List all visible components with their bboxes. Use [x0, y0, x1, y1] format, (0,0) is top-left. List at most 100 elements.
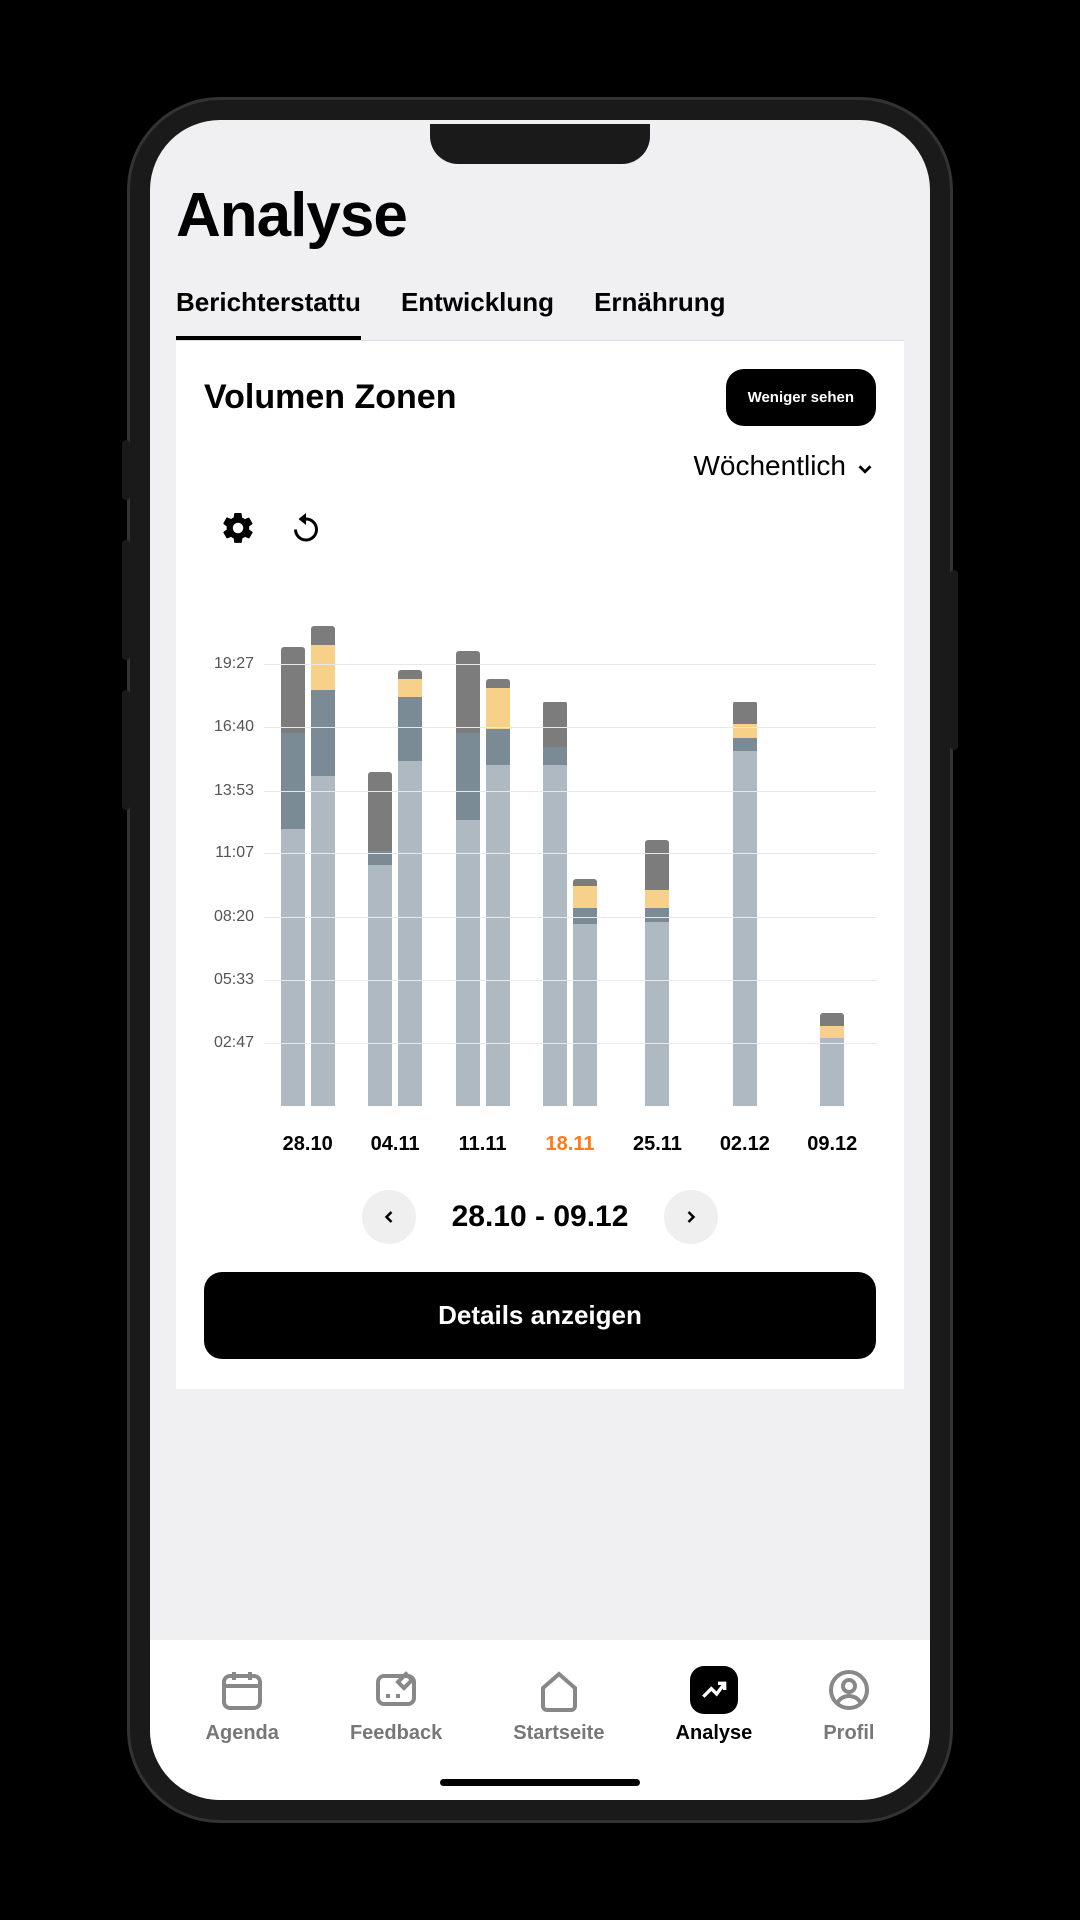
bar-segment-top	[398, 670, 422, 679]
bar-segment-base	[645, 922, 669, 1106]
bar-segment-base	[573, 924, 597, 1106]
prev-range-button[interactable]	[362, 1190, 416, 1244]
y-tick-label: 16:40	[214, 718, 254, 736]
bar-segment-base	[456, 820, 480, 1106]
bar-segment-mid	[398, 697, 422, 761]
bar-segment-top	[820, 1013, 844, 1027]
tab-berichterstattu[interactable]: Berichterstattu	[176, 287, 361, 340]
bar-segment-base	[368, 865, 392, 1106]
bar-segment-base	[733, 751, 757, 1106]
x-tick-label: 28.10	[283, 1133, 333, 1156]
bar-planned[interactable]	[281, 647, 305, 1106]
home-indicator	[440, 1779, 640, 1786]
y-tick-label: 02:47	[214, 1034, 254, 1052]
nav-item-startseite[interactable]: Startseite	[513, 1666, 604, 1745]
bar-segment-accent	[645, 890, 669, 908]
nav-label: Profil	[823, 1722, 874, 1745]
reset-icon[interactable]	[288, 510, 324, 546]
nav-label: Startseite	[513, 1722, 604, 1745]
agenda-icon	[218, 1666, 266, 1714]
bar-planned[interactable]	[543, 701, 567, 1106]
bar-segment-top	[733, 702, 757, 725]
nav-item-agenda[interactable]: Agenda	[206, 1666, 279, 1745]
bar-segment-accent	[573, 886, 597, 909]
x-tick-label: 25.11	[633, 1133, 682, 1156]
screen: Analyse Berichterstattu Entwicklung Ernähr…	[150, 120, 930, 1800]
details-button[interactable]: Details anzeigen	[204, 1272, 876, 1359]
bar-segment-top	[573, 879, 597, 886]
bar-segment-mid	[311, 690, 335, 776]
bar-planned[interactable]	[820, 1013, 844, 1106]
bar-segment-mid	[486, 729, 510, 765]
show-less-button[interactable]: Weniger sehen	[726, 369, 876, 426]
bar-planned[interactable]	[645, 840, 669, 1106]
bar-segment-mid	[645, 908, 669, 922]
profil-icon	[825, 1666, 873, 1714]
y-tick-label: 19:27	[214, 655, 254, 673]
nav-label: Feedback	[350, 1722, 442, 1745]
feedback-icon	[372, 1666, 420, 1714]
gear-icon[interactable]	[220, 510, 256, 546]
bar-segment-accent	[311, 645, 335, 690]
bar-segment-base	[543, 765, 567, 1106]
nav-label: Analyse	[676, 1722, 753, 1745]
bar-planned[interactable]	[456, 651, 480, 1106]
nav-item-profil[interactable]: Profil	[823, 1666, 874, 1745]
analyse-icon	[690, 1666, 738, 1714]
bar-planned[interactable]	[368, 772, 392, 1106]
y-tick-label: 13:53	[214, 782, 254, 800]
volume-chart: 02:4705:3308:2011:0713:5316:4019:27 28.1…	[204, 606, 876, 1166]
bar-group	[456, 651, 510, 1106]
bar-segment-mid	[456, 733, 480, 819]
bar-group	[368, 670, 422, 1106]
bar-planned[interactable]	[733, 701, 757, 1106]
nav-item-feedback[interactable]: Feedback	[350, 1666, 442, 1745]
bar-segment-accent	[398, 679, 422, 697]
bar-segment-top	[368, 772, 392, 852]
bar-segment-mid	[733, 738, 757, 752]
tabs: Berichterstattu Entwicklung Ernährung	[176, 287, 904, 341]
card-title: Volumen Zonen	[204, 378, 456, 417]
volume-zones-card: Volumen Zonen Weniger sehen Wöchentlich	[176, 341, 904, 1389]
tab-entwicklung[interactable]: Entwicklung	[401, 287, 554, 340]
bar-segment-accent	[486, 688, 510, 729]
period-selector[interactable]: Wöchentlich	[176, 426, 904, 482]
tab-ernährung[interactable]: Ernährung	[594, 287, 725, 340]
range-label: 28.10 - 09.12	[452, 1200, 629, 1234]
volume-button	[122, 690, 130, 810]
x-tick-label: 04.11	[371, 1133, 420, 1156]
bar-actual[interactable]	[311, 626, 335, 1106]
bar-actual[interactable]	[398, 670, 422, 1106]
bar-segment-top	[486, 679, 510, 688]
x-tick-label: 18.11	[546, 1133, 595, 1156]
bar-actual[interactable]	[573, 879, 597, 1106]
y-tick-label: 05:33	[214, 971, 254, 989]
bar-group	[733, 701, 757, 1106]
bar-segment-base	[820, 1038, 844, 1106]
y-tick-label: 08:20	[214, 908, 254, 926]
bar-segment-mid	[543, 747, 567, 765]
period-label: Wöchentlich	[693, 450, 846, 482]
bar-group	[281, 626, 335, 1106]
x-tick-label: 02.12	[720, 1133, 770, 1156]
nav-item-analyse[interactable]: Analyse	[676, 1666, 753, 1745]
bar-group	[645, 840, 669, 1106]
bar-group	[820, 1013, 844, 1106]
bar-segment-base	[398, 761, 422, 1106]
volume-button	[122, 440, 130, 500]
volume-button	[122, 540, 130, 660]
bar-segment-top	[281, 647, 305, 733]
bottom-nav: Agenda Feedback Startseite Analyse Profil	[150, 1640, 930, 1800]
x-tick-label: 11.11	[459, 1133, 507, 1156]
page-title: Analyse	[176, 180, 904, 251]
phone-frame: Analyse Berichterstattu Entwicklung Ernähr…	[130, 100, 950, 1820]
bar-segment-mid	[281, 733, 305, 828]
bar-segment-top	[311, 626, 335, 644]
bar-segment-top	[543, 702, 567, 747]
notch	[430, 124, 650, 164]
chevron-down-icon	[854, 455, 876, 477]
x-tick-label: 09.12	[807, 1133, 857, 1156]
next-range-button[interactable]	[664, 1190, 718, 1244]
bar-segment-base	[486, 765, 510, 1106]
startseite-icon	[535, 1666, 583, 1714]
